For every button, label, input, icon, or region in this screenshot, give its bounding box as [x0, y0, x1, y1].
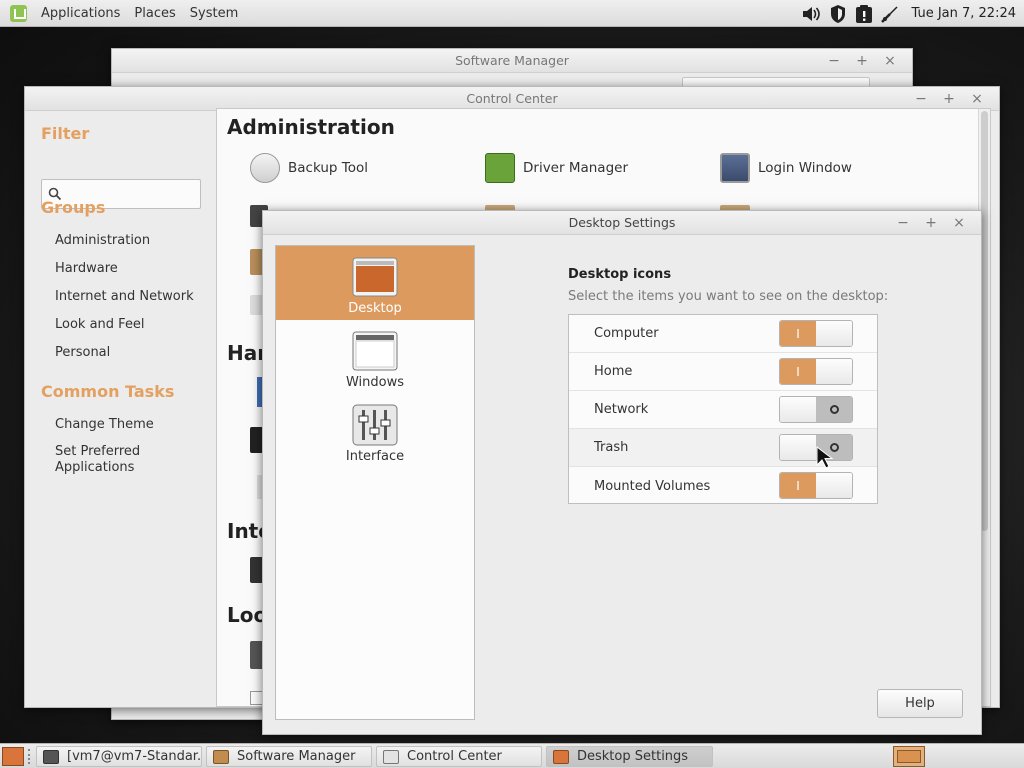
desktop-settings-window: Desktop Settings − + × Desktop Windows I… [262, 210, 982, 735]
row-label: Home [594, 364, 633, 379]
close-button[interactable]: × [945, 215, 973, 231]
category-desktop[interactable]: Desktop [276, 246, 474, 320]
task-desktop-settings[interactable]: Desktop Settings [546, 746, 713, 767]
item-label: Backup Tool [288, 160, 368, 176]
network-toggle[interactable] [779, 396, 853, 423]
desktop-settings-titlebar[interactable]: Desktop Settings − + × [263, 211, 981, 235]
backup-icon [250, 153, 280, 183]
desktop-icons-description: Select the items you want to see on the … [568, 289, 889, 304]
window-title: Software Manager [455, 53, 569, 68]
item-driver-manager[interactable]: Driver Manager [485, 153, 628, 183]
task-label: Software Manager [237, 749, 356, 764]
mouse-cursor-icon [816, 446, 834, 469]
category-label: Desktop [348, 301, 402, 316]
home-toggle[interactable]: I [779, 358, 853, 385]
category-sidebar: Desktop Windows Interface [275, 245, 475, 720]
system-tray: Tue Jan 7, 22:24 [799, 0, 1024, 27]
login-window-icon [720, 153, 750, 183]
filter-heading: Filter [41, 124, 90, 143]
maximize-button[interactable]: + [917, 215, 945, 231]
minimize-button[interactable]: − [820, 53, 848, 69]
top-panel: Applications Places System Tue Jan 7, 22… [0, 0, 1024, 27]
group-link-look-and-feel[interactable]: Look and Feel [55, 317, 145, 333]
category-label: Interface [345, 449, 405, 464]
help-button[interactable]: Help [877, 689, 963, 718]
desktop-settings-icon [553, 749, 569, 764]
window-title: Control Center [466, 91, 558, 106]
control-center-sidebar: Filter Groups Administration Hardware In… [25, 112, 215, 707]
group-link-internet[interactable]: Internet and Network [55, 289, 194, 305]
clock[interactable]: Tue Jan 7, 22:24 [911, 6, 1016, 21]
volume-icon[interactable] [801, 3, 823, 25]
minimize-button[interactable]: − [907, 91, 935, 107]
row-label: Network [594, 402, 649, 417]
panel-separator [28, 749, 32, 764]
row-computer: Computer I [569, 315, 877, 353]
computer-toggle[interactable]: I [779, 320, 853, 347]
group-link-administration[interactable]: Administration [55, 233, 150, 249]
task-label: Control Center [407, 749, 502, 764]
section-title-administration: Administration [227, 115, 395, 139]
update-icon[interactable] [853, 3, 875, 25]
category-windows[interactable]: Windows [276, 320, 474, 394]
show-desktop-icon[interactable] [2, 747, 24, 766]
group-link-personal[interactable]: Personal [55, 345, 110, 361]
task-software-manager[interactable]: Software Manager [206, 746, 372, 767]
mounted-volumes-toggle[interactable]: I [779, 472, 853, 499]
network-icon[interactable] [879, 3, 901, 25]
menu-system[interactable]: System [183, 6, 245, 21]
windows-icon [352, 331, 398, 371]
maximize-button[interactable]: + [848, 53, 876, 69]
minimize-button[interactable]: − [889, 215, 917, 231]
item-label: Login Window [758, 160, 852, 176]
row-label: Mounted Volumes [594, 478, 711, 494]
item-label: Driver Manager [523, 160, 629, 176]
category-label: Windows [345, 375, 405, 390]
window-title: Desktop Settings [568, 215, 676, 230]
common-tasks-heading: Common Tasks [41, 382, 175, 401]
bottom-panel: [vm7@vm7-Standar... Software Manager Con… [0, 743, 1024, 768]
driver-icon [485, 153, 515, 183]
menu-places[interactable]: Places [127, 6, 182, 21]
task-label: Desktop Settings [577, 749, 689, 764]
menu-applications[interactable]: Applications [34, 6, 127, 21]
control-center-icon [383, 749, 399, 764]
software-manager-titlebar[interactable]: Software Manager − + × [112, 49, 912, 73]
row-mounted-volumes: Mounted Volumes I [569, 467, 877, 505]
row-label: Trash [594, 440, 629, 455]
interface-icon [352, 404, 398, 446]
category-interface[interactable]: Interface [276, 394, 474, 468]
desktop-icons-list: Computer I Home I Network Trash Mounted … [568, 314, 878, 504]
desktop-icon [352, 257, 398, 297]
item-backup-tool[interactable]: Backup Tool [250, 153, 368, 183]
mint-menu-icon[interactable] [10, 4, 27, 22]
close-button[interactable]: × [963, 91, 991, 107]
group-link-hardware[interactable]: Hardware [55, 261, 118, 277]
task-terminal[interactable]: [vm7@vm7-Standar... [36, 746, 202, 767]
desktop-icons-heading: Desktop icons [568, 267, 672, 282]
scrollbar-thumb[interactable] [981, 111, 988, 531]
item-login-window[interactable]: Login Window [720, 153, 852, 183]
groups-heading: Groups [41, 198, 106, 217]
row-label: Computer [594, 326, 659, 341]
maximize-button[interactable]: + [935, 91, 963, 107]
shield-icon[interactable] [827, 3, 849, 25]
task-link-preferred-apps[interactable]: Set Preferred Applications [55, 444, 175, 476]
row-home: Home I [569, 353, 877, 391]
row-network: Network [569, 391, 877, 429]
software-manager-icon [213, 749, 229, 764]
close-button[interactable]: × [876, 53, 904, 69]
task-link-change-theme[interactable]: Change Theme [55, 417, 154, 433]
task-label: [vm7@vm7-Standar... [67, 749, 202, 764]
workspace-switcher[interactable] [893, 746, 925, 767]
terminal-icon [43, 749, 59, 764]
task-control-center[interactable]: Control Center [376, 746, 542, 767]
